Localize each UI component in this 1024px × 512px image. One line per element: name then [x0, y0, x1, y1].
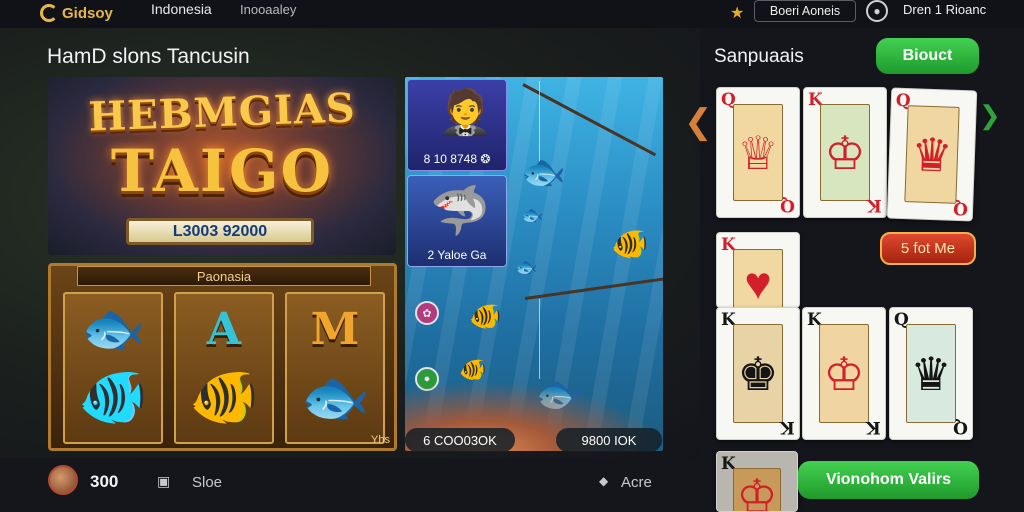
card-rank: Q: [780, 195, 795, 215]
card-rank: K: [866, 417, 881, 437]
fishing-line: [539, 81, 540, 161]
fish-icon: 🐟: [521, 205, 544, 225]
slots-icon[interactable]: ▣: [157, 473, 170, 490]
playing-card[interactable]: K ♔: [716, 451, 798, 512]
avatar[interactable]: [48, 465, 78, 495]
queen-face-icon: ♛: [904, 105, 960, 204]
slot-letter: M: [310, 304, 360, 355]
playing-card[interactable]: K ♔ K: [803, 87, 887, 218]
blue-fish-icon: 🐟: [300, 365, 370, 428]
fish-icon: 🐟: [521, 151, 566, 192]
hero-title-line2: TAIGO: [110, 137, 334, 205]
king-face-icon: ♔: [819, 324, 869, 423]
card-rank: K: [780, 417, 795, 437]
playing-card[interactable]: Q ♛ Q: [889, 307, 973, 440]
right-panel-title: Sanpuaais: [714, 46, 804, 67]
hero-title-line1: HEBMGIAS: [87, 84, 357, 141]
slot-corner-label: Yhs: [371, 434, 390, 446]
fisher-character-icon: 🤵: [438, 88, 493, 137]
card-rank: Q: [952, 197, 969, 219]
playing-card[interactable]: Q ♛ Q: [886, 87, 978, 222]
select-button[interactable]: Biouct: [876, 38, 979, 74]
brand-name: Gidsoy: [62, 4, 113, 22]
fish-icon: 🐠: [469, 301, 502, 331]
king-face-icon: ♔: [820, 104, 870, 201]
tag-icon[interactable]: ◆: [599, 474, 608, 488]
fish-icon: 🐟: [515, 257, 538, 277]
queen-face-icon: ♛: [906, 324, 956, 423]
queen-face-icon: ♕: [733, 104, 783, 201]
fishing-stat-1: 6 COO03OK: [405, 428, 515, 452]
king-face-icon: ♚: [733, 324, 783, 423]
fishing-stat-2: 9800 IOK: [556, 428, 662, 452]
chevron-left-icon[interactable]: ❮: [684, 102, 713, 142]
chevron-right-icon[interactable]: ❯: [979, 100, 1001, 131]
brand-icon: [40, 4, 58, 22]
slot-reel: 🐟 🐠: [63, 292, 163, 444]
header-button[interactable]: Boeri Aoneis: [754, 0, 856, 22]
character-card-1[interactable]: 🤵 8 10 8748 ❂: [407, 79, 507, 171]
red-fish-icon: 🐠: [78, 365, 148, 428]
fishing-game-tile[interactable]: 🤵 8 10 8748 ❂ 🦈 2 Yaloe Ga 🐟 🐠 🐟 🐟 🐠 🐠 🐟…: [405, 77, 663, 451]
slot-game-tile[interactable]: Paonasia 🐟 🐠 A 🐠 M 🐟 Yhs: [48, 263, 397, 451]
playing-card[interactable]: Q ♕ Q: [716, 87, 800, 218]
hero-jackpot-amount: L3003 92000: [126, 218, 314, 245]
card-rank: K: [867, 195, 882, 215]
bottom-action-button[interactable]: Vionohom Valirs: [798, 461, 979, 499]
playing-card[interactable]: K ♚ K: [716, 307, 800, 440]
character-card-2[interactable]: 🦈 2 Yaloe Ga: [407, 175, 507, 267]
playing-card[interactable]: K ♥: [716, 232, 800, 308]
notification-icon[interactable]: ★: [730, 3, 744, 23]
slot-reel: M 🐟: [285, 292, 385, 444]
character-card-1-label: 8 10 8748 ❂: [423, 152, 491, 166]
nav-secondary[interactable]: Inooaaley: [240, 2, 296, 17]
fish-icon: 🐠: [459, 357, 487, 382]
slot-reel: A 🐠: [174, 292, 274, 444]
section-title: HamD slons Tancusin: [47, 45, 250, 68]
fish-icon: 🐠: [611, 228, 649, 261]
bet-button[interactable]: 5 fot Me: [880, 232, 976, 265]
card-rank: Q: [953, 417, 968, 437]
king-face-icon: ♔: [733, 468, 781, 511]
tropical-fish-icon: 🐠: [189, 365, 259, 428]
balance-value: 300: [90, 472, 119, 491]
hearts-icon: ♥: [733, 249, 783, 307]
top-bar: Gidsoy Indonesia Inooaaley ★ Boeri Aonei…: [0, 0, 1024, 28]
slots-nav-label[interactable]: Sloe: [192, 474, 222, 491]
more-nav-label[interactable]: Acre: [621, 474, 652, 491]
slot-game-header: Paonasia: [77, 266, 371, 286]
account-circle-icon[interactable]: ●: [866, 0, 888, 22]
nav-indonesia[interactable]: Indonesia: [151, 1, 212, 17]
character-card-2-label: 2 Yaloe Ga: [427, 248, 487, 262]
fishing-line: [539, 299, 540, 379]
slot-letter: A: [206, 304, 242, 355]
user-label[interactable]: Dren 1 Rioanc: [903, 2, 986, 17]
green-fish-icon: 🐟: [80, 300, 146, 358]
shark-icon: 🦈: [430, 185, 490, 238]
playing-card[interactable]: K ♔ K: [802, 307, 886, 440]
brand-logo[interactable]: Gidsoy: [40, 4, 113, 22]
hero-game-banner[interactable]: HEBMGIAS TAIGO L3003 92000: [48, 77, 396, 255]
bubble-button[interactable]: ✿: [415, 301, 439, 325]
